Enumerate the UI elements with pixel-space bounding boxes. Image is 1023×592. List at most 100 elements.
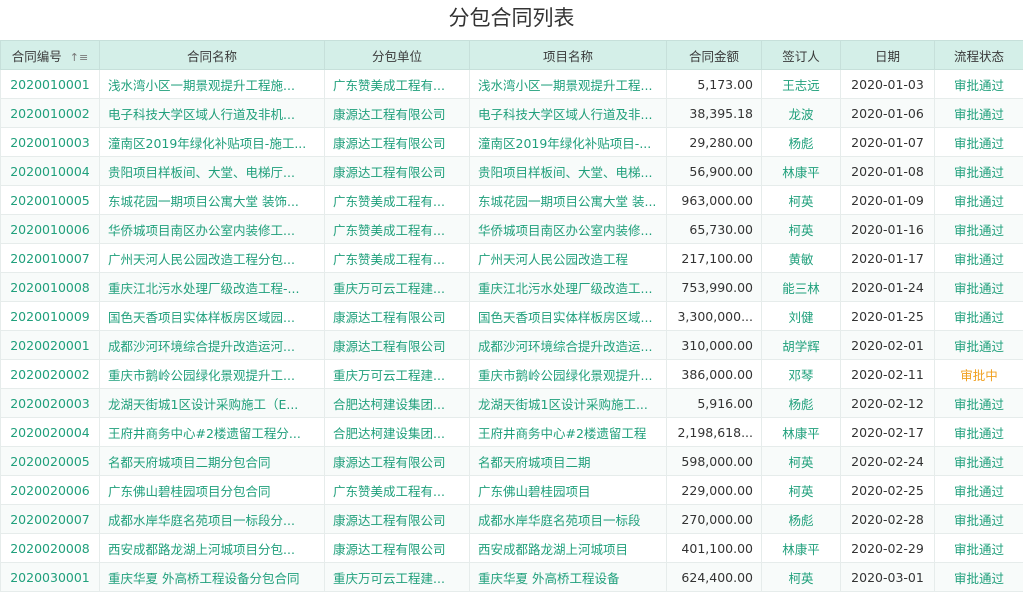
column-header-contract-name[interactable]: 合同名称 bbox=[100, 41, 325, 70]
contract-id-link[interactable]: 2020020005 bbox=[1, 447, 100, 476]
table-row[interactable]: 2020010006华侨城项目南区办公室内装修工...广东赞美成工程有...华侨… bbox=[1, 215, 1023, 244]
signer-cell[interactable]: 柯英 bbox=[762, 476, 841, 505]
subcontractor-cell[interactable]: 康源达工程有限公司 bbox=[325, 505, 470, 534]
contract-id-link[interactable]: 2020010009 bbox=[1, 302, 100, 331]
contract-name-cell[interactable]: 重庆市鹅岭公园绿化景观提升工... bbox=[100, 360, 325, 389]
column-header-subcontractor[interactable]: 分包单位 bbox=[325, 41, 470, 70]
contract-id-link[interactable]: 2020020007 bbox=[1, 505, 100, 534]
subcontractor-cell[interactable]: 康源达工程有限公司 bbox=[325, 331, 470, 360]
contract-name-cell[interactable]: 浅水湾小区一期景观提升工程施... bbox=[100, 70, 325, 99]
subcontractor-cell[interactable]: 康源达工程有限公司 bbox=[325, 302, 470, 331]
table-row[interactable]: 2020020005名都天府城项目二期分包合同康源达工程有限公司名都天府城项目二… bbox=[1, 447, 1023, 476]
signer-cell[interactable]: 杨彪 bbox=[762, 505, 841, 534]
table-row[interactable]: 2020010008重庆江北污水处理厂级改造工程-...重庆万可云工程建...重… bbox=[1, 273, 1023, 302]
table-row[interactable]: 2020010005东城花园一期项目公寓大堂 装饰...广东赞美成工程有...东… bbox=[1, 186, 1023, 215]
contract-name-cell[interactable]: 龙湖天街城1区设计采购施工（E... bbox=[100, 389, 325, 418]
contract-id-link[interactable]: 2020020001 bbox=[1, 331, 100, 360]
project-name-cell[interactable]: 成都水岸华庭名苑项目一标段 bbox=[470, 505, 667, 534]
subcontractor-cell[interactable]: 广东赞美成工程有... bbox=[325, 215, 470, 244]
column-header-project-name[interactable]: 项目名称 bbox=[470, 41, 667, 70]
table-row[interactable]: 2020010001浅水湾小区一期景观提升工程施...广东赞美成工程有...浅水… bbox=[1, 70, 1023, 99]
signer-cell[interactable]: 杨彪 bbox=[762, 128, 841, 157]
contract-id-link[interactable]: 2020010002 bbox=[1, 99, 100, 128]
column-header-date[interactable]: 日期 bbox=[841, 41, 935, 70]
contract-name-cell[interactable]: 王府井商务中心#2楼遗留工程分... bbox=[100, 418, 325, 447]
table-row[interactable]: 2020020002重庆市鹅岭公园绿化景观提升工...重庆万可云工程建...重庆… bbox=[1, 360, 1023, 389]
contract-name-cell[interactable]: 名都天府城项目二期分包合同 bbox=[100, 447, 325, 476]
subcontractor-cell[interactable]: 广东赞美成工程有... bbox=[325, 70, 470, 99]
signer-cell[interactable]: 柯英 bbox=[762, 215, 841, 244]
contract-name-cell[interactable]: 成都沙河环境综合提升改造运河... bbox=[100, 331, 325, 360]
table-row[interactable]: 2020010009国色天香项目实体样板房区域园...康源达工程有限公司国色天香… bbox=[1, 302, 1023, 331]
signer-cell[interactable]: 柯英 bbox=[762, 447, 841, 476]
subcontractor-cell[interactable]: 康源达工程有限公司 bbox=[325, 128, 470, 157]
contract-name-cell[interactable]: 西安成都路龙湖上河城项目分包... bbox=[100, 534, 325, 563]
subcontractor-cell[interactable]: 重庆万可云工程建... bbox=[325, 273, 470, 302]
column-header-status[interactable]: 流程状态 bbox=[935, 41, 1023, 70]
signer-cell[interactable]: 能三林 bbox=[762, 273, 841, 302]
project-name-cell[interactable]: 名都天府城项目二期 bbox=[470, 447, 667, 476]
subcontractor-cell[interactable]: 合肥达柯建设集团... bbox=[325, 418, 470, 447]
signer-cell[interactable]: 林康平 bbox=[762, 534, 841, 563]
contract-name-cell[interactable]: 成都水岸华庭名苑项目一标段分... bbox=[100, 505, 325, 534]
table-row[interactable]: 2020010007广州天河人民公园改造工程分包...广东赞美成工程有...广州… bbox=[1, 244, 1023, 273]
signer-cell[interactable]: 杨彪 bbox=[762, 389, 841, 418]
table-row[interactable]: 2020020003龙湖天街城1区设计采购施工（E...合肥达柯建设集团...龙… bbox=[1, 389, 1023, 418]
contract-name-cell[interactable]: 广州天河人民公园改造工程分包... bbox=[100, 244, 325, 273]
project-name-cell[interactable]: 广州天河人民公园改造工程 bbox=[470, 244, 667, 273]
signer-cell[interactable]: 刘健 bbox=[762, 302, 841, 331]
signer-cell[interactable]: 柯英 bbox=[762, 563, 841, 592]
project-name-cell[interactable]: 浅水湾小区一期景观提升工程... bbox=[470, 70, 667, 99]
project-name-cell[interactable]: 东城花园一期项目公寓大堂 装... bbox=[470, 186, 667, 215]
contract-id-link[interactable]: 2020020008 bbox=[1, 534, 100, 563]
contract-name-cell[interactable]: 贵阳项目样板间、大堂、电梯厅... bbox=[100, 157, 325, 186]
contract-id-link[interactable]: 2020030001 bbox=[1, 563, 100, 592]
contract-name-cell[interactable]: 电子科技大学区域人行道及非机... bbox=[100, 99, 325, 128]
signer-cell[interactable]: 林康平 bbox=[762, 418, 841, 447]
contract-name-cell[interactable]: 潼南区2019年绿化补贴项目-施工... bbox=[100, 128, 325, 157]
table-row[interactable]: 2020020007成都水岸华庭名苑项目一标段分...康源达工程有限公司成都水岸… bbox=[1, 505, 1023, 534]
subcontractor-cell[interactable]: 广东赞美成工程有... bbox=[325, 186, 470, 215]
contract-id-link[interactable]: 2020020004 bbox=[1, 418, 100, 447]
table-row[interactable]: 2020020006广东佛山碧桂园项目分包合同广东赞美成工程有...广东佛山碧桂… bbox=[1, 476, 1023, 505]
signer-cell[interactable]: 林康平 bbox=[762, 157, 841, 186]
contract-id-link[interactable]: 2020020002 bbox=[1, 360, 100, 389]
subcontractor-cell[interactable]: 康源达工程有限公司 bbox=[325, 157, 470, 186]
table-row[interactable]: 2020030001重庆华夏 外高桥工程设备分包合同重庆万可云工程建...重庆华… bbox=[1, 563, 1023, 592]
signer-cell[interactable]: 黄敏 bbox=[762, 244, 841, 273]
table-row[interactable]: 2020010003潼南区2019年绿化补贴项目-施工...康源达工程有限公司潼… bbox=[1, 128, 1023, 157]
contract-id-link[interactable]: 2020010006 bbox=[1, 215, 100, 244]
contract-name-cell[interactable]: 广东佛山碧桂园项目分包合同 bbox=[100, 476, 325, 505]
project-name-cell[interactable]: 华侨城项目南区办公室内装修... bbox=[470, 215, 667, 244]
contract-id-link[interactable]: 2020010008 bbox=[1, 273, 100, 302]
signer-cell[interactable]: 王志远 bbox=[762, 70, 841, 99]
project-name-cell[interactable]: 重庆江北污水处理厂级改造工... bbox=[470, 273, 667, 302]
project-name-cell[interactable]: 广东佛山碧桂园项目 bbox=[470, 476, 667, 505]
subcontractor-cell[interactable]: 康源达工程有限公司 bbox=[325, 534, 470, 563]
project-name-cell[interactable]: 重庆市鹅岭公园绿化景观提升... bbox=[470, 360, 667, 389]
column-header-contract-id[interactable]: 合同编号↑≡ bbox=[1, 41, 100, 70]
table-row[interactable]: 2020020008西安成都路龙湖上河城项目分包...康源达工程有限公司西安成都… bbox=[1, 534, 1023, 563]
subcontractor-cell[interactable]: 广东赞美成工程有... bbox=[325, 244, 470, 273]
subcontractor-cell[interactable]: 重庆万可云工程建... bbox=[325, 360, 470, 389]
table-row[interactable]: 2020020004王府井商务中心#2楼遗留工程分...合肥达柯建设集团...王… bbox=[1, 418, 1023, 447]
sort-icon[interactable]: ↑≡ bbox=[70, 51, 88, 64]
signer-cell[interactable]: 龙波 bbox=[762, 99, 841, 128]
project-name-cell[interactable]: 贵阳项目样板间、大堂、电梯... bbox=[470, 157, 667, 186]
signer-cell[interactable]: 邓琴 bbox=[762, 360, 841, 389]
table-row[interactable]: 2020010004贵阳项目样板间、大堂、电梯厅...康源达工程有限公司贵阳项目… bbox=[1, 157, 1023, 186]
table-row[interactable]: 2020020001成都沙河环境综合提升改造运河...康源达工程有限公司成都沙河… bbox=[1, 331, 1023, 360]
subcontractor-cell[interactable]: 合肥达柯建设集团... bbox=[325, 389, 470, 418]
project-name-cell[interactable]: 潼南区2019年绿化补贴项目-... bbox=[470, 128, 667, 157]
contract-name-cell[interactable]: 华侨城项目南区办公室内装修工... bbox=[100, 215, 325, 244]
column-header-signer[interactable]: 签订人 bbox=[762, 41, 841, 70]
subcontractor-cell[interactable]: 广东赞美成工程有... bbox=[325, 476, 470, 505]
project-name-cell[interactable]: 电子科技大学区域人行道及非... bbox=[470, 99, 667, 128]
project-name-cell[interactable]: 龙湖天街城1区设计采购施工... bbox=[470, 389, 667, 418]
contract-id-link[interactable]: 2020010001 bbox=[1, 70, 100, 99]
contract-id-link[interactable]: 2020010007 bbox=[1, 244, 100, 273]
contract-id-link[interactable]: 2020010003 bbox=[1, 128, 100, 157]
subcontractor-cell[interactable]: 重庆万可云工程建... bbox=[325, 563, 470, 592]
subcontractor-cell[interactable]: 康源达工程有限公司 bbox=[325, 447, 470, 476]
contract-name-cell[interactable]: 重庆江北污水处理厂级改造工程-... bbox=[100, 273, 325, 302]
